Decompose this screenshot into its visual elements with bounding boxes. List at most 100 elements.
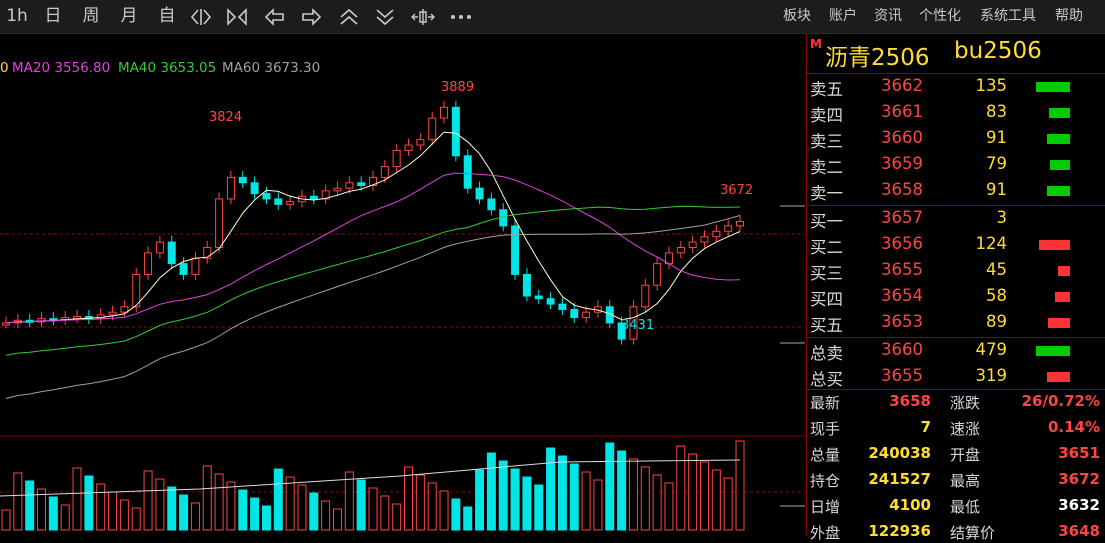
- bid-row[interactable]: 买一 3657 3: [807, 207, 1105, 233]
- volume-bar: [1, 509, 11, 531]
- row-label: 买二: [810, 238, 843, 257]
- volume-bar: [155, 478, 165, 531]
- kline-canvas[interactable]: [0, 34, 805, 535]
- volume-bar: [546, 447, 556, 531]
- bid-row[interactable]: 买五 3653 89: [807, 311, 1105, 337]
- ma5-line: [5, 131, 741, 324]
- ask-row[interactable]: 卖一 3658 91: [807, 179, 1105, 205]
- stat-label: 现手: [810, 420, 841, 438]
- volume-bar: [688, 453, 698, 531]
- volume-bar: [273, 468, 283, 531]
- volume-bar: [226, 481, 236, 531]
- menu-system-tools[interactable]: 系统工具: [980, 5, 1036, 25]
- volume-bar: [1049, 108, 1070, 118]
- menu-sector[interactable]: 板块: [783, 5, 811, 25]
- stat-value: 3672: [1058, 470, 1100, 488]
- move-left-icon[interactable]: [264, 7, 286, 27]
- total-buy-row[interactable]: 总买 3655 319: [807, 365, 1105, 391]
- row-label: 卖五: [810, 80, 843, 99]
- candle-body: [724, 225, 733, 232]
- volume-bar: [581, 471, 591, 531]
- candle-body: [688, 241, 697, 248]
- menu-help[interactable]: 帮助: [1055, 5, 1083, 25]
- candle-body: [333, 187, 342, 192]
- ma5-legend-fragment: 0: [0, 60, 9, 76]
- crosshair-icon[interactable]: [410, 7, 436, 27]
- scroll-down-icon[interactable]: [374, 7, 396, 27]
- candle-body: [144, 252, 153, 275]
- volume-bar: [1048, 318, 1070, 328]
- volume-bar: [1039, 240, 1070, 250]
- low-label-3431: 3431: [621, 318, 655, 333]
- high-label-3889: 3889: [441, 80, 475, 95]
- stat-label: 结算价: [950, 524, 996, 542]
- row-volume: 124: [975, 234, 1008, 253]
- volume-bar: [37, 488, 47, 531]
- bid-row[interactable]: 买四 3654 58: [807, 285, 1105, 311]
- volume-bar: [48, 496, 58, 531]
- volume-bar: [1036, 82, 1070, 92]
- row-price: 3661: [881, 102, 923, 121]
- move-right-icon[interactable]: [300, 7, 322, 27]
- zoom-out-icon[interactable]: [226, 7, 248, 27]
- menu-news[interactable]: 资讯: [874, 5, 902, 25]
- stat-value: 3651: [1058, 444, 1100, 462]
- scroll-up-icon[interactable]: [338, 7, 360, 27]
- volume-bar: [640, 466, 650, 531]
- volume-bar: [676, 445, 686, 531]
- candle-body: [309, 195, 318, 200]
- volume-bar: [1058, 266, 1070, 276]
- quote-panel: M 沥青2506 bu2506 卖五 3662 135 卖四 3661 83 卖三 3660 9…: [806, 34, 1105, 542]
- ma40-legend: MA40 3653.05: [118, 60, 217, 76]
- volume-bar: [119, 499, 129, 531]
- row-volume: 91: [986, 128, 1007, 147]
- candle-body: [676, 246, 685, 254]
- volume-bar: [344, 471, 354, 531]
- candle-body: [522, 273, 531, 297]
- total-sell-row[interactable]: 总卖 3660 479: [807, 339, 1105, 365]
- ask-row[interactable]: 卖五 3662 135: [807, 75, 1105, 101]
- kline-chart[interactable]: 0 MA20 3556.80 MA40 3653.05 MA60 3673.30…: [0, 34, 805, 535]
- candle-body: [736, 221, 744, 227]
- period-1h-button[interactable]: 1h: [4, 3, 30, 29]
- stat-label: 最新: [810, 394, 841, 412]
- candle-body: [215, 198, 224, 248]
- contract-name: 沥青2506: [825, 45, 930, 71]
- period-week-button[interactable]: 周: [78, 3, 104, 29]
- row-label: 卖四: [810, 106, 843, 125]
- zoom-in-icon[interactable]: [190, 7, 212, 27]
- volume-bar: [1047, 134, 1070, 144]
- candle-body: [653, 263, 662, 286]
- stat-label: 速涨: [950, 420, 981, 438]
- period-day-button[interactable]: 日: [40, 3, 66, 29]
- volume-bar: [664, 482, 674, 531]
- ask-row[interactable]: 卖二 3659 79: [807, 153, 1105, 179]
- ma20-legend: MA20 3556.80: [12, 60, 111, 76]
- candle-body: [416, 139, 425, 146]
- row-label: 买三: [810, 264, 843, 283]
- row-volume: 89: [986, 312, 1007, 331]
- stat-value: 240038: [868, 444, 931, 462]
- volume-bar: [131, 507, 141, 531]
- ask-row[interactable]: 卖三 3660 91: [807, 127, 1105, 153]
- period-custom-button[interactable]: 自: [154, 3, 180, 29]
- stat-label: 日增: [810, 498, 841, 516]
- row-price: 3662: [881, 76, 923, 95]
- bid-row[interactable]: 买二 3656 124: [807, 233, 1105, 259]
- more-icon[interactable]: [450, 10, 472, 24]
- candle-body: [380, 166, 389, 178]
- bid-row[interactable]: 买三 3655 45: [807, 259, 1105, 285]
- volume-bar: [60, 504, 70, 531]
- period-month-button[interactable]: 月: [116, 3, 142, 29]
- candle-body: [155, 241, 164, 254]
- menu-personalize[interactable]: 个性化: [919, 5, 961, 25]
- volume-bar: [25, 480, 35, 531]
- ask-row[interactable]: 卖四 3661 83: [807, 101, 1105, 127]
- menu-account[interactable]: 账户: [829, 5, 857, 25]
- volume-bar: [1047, 186, 1070, 196]
- candle-body: [440, 106, 449, 119]
- volume-bar: [628, 458, 638, 531]
- row-label: 买一: [810, 212, 843, 231]
- volume-bar: [723, 477, 733, 531]
- volume-bar: [1036, 346, 1070, 356]
